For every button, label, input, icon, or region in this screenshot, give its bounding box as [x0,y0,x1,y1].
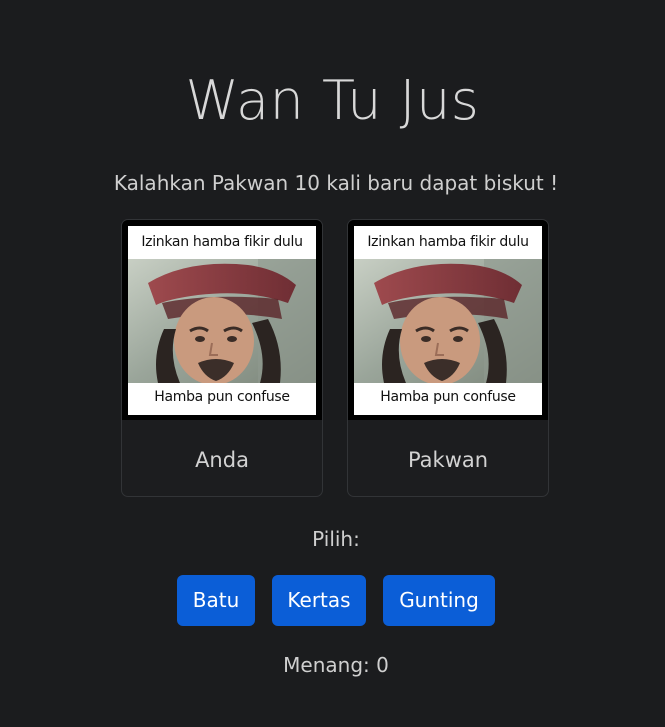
player-label: Anda [195,448,249,472]
confused-man-photo [354,259,542,383]
win-counter: Menang: 0 [283,653,389,677]
rock-button[interactable]: Batu [177,575,255,626]
player-card: Izinkan hamba fikir dulu Hamba pun confu… [121,219,323,497]
instructions-text: Kalahkan Pakwan 10 kali baru dapat bisku… [113,171,559,195]
game-page: Wan Tu Jus Kalahkan Pakwan 10 kali baru … [0,0,665,727]
meme-top-caption: Izinkan hamba fikir dulu [367,234,529,250]
computer-choice-image: Izinkan hamba fikir dulu Hamba pun confu… [348,220,548,420]
page-title: Wan Tu Jus [185,69,480,132]
confused-man-photo [128,259,316,383]
meme-frame: Izinkan hamba fikir dulu Hamba pun confu… [354,226,542,415]
paper-button[interactable]: Kertas [272,575,366,626]
meme-bottom-caption: Hamba pun confuse [380,389,516,405]
meme-frame: Izinkan hamba fikir dulu Hamba pun confu… [128,226,316,415]
scissors-button[interactable]: Gunting [383,575,495,626]
choose-label: Pilih: [312,527,360,551]
computer-card: Izinkan hamba fikir dulu Hamba pun confu… [347,219,549,497]
computer-label: Pakwan [407,448,489,472]
player-choice-image: Izinkan hamba fikir dulu Hamba pun confu… [122,220,322,420]
meme-top-caption: Izinkan hamba fikir dulu [141,234,303,250]
meme-bottom-caption: Hamba pun confuse [154,389,290,405]
